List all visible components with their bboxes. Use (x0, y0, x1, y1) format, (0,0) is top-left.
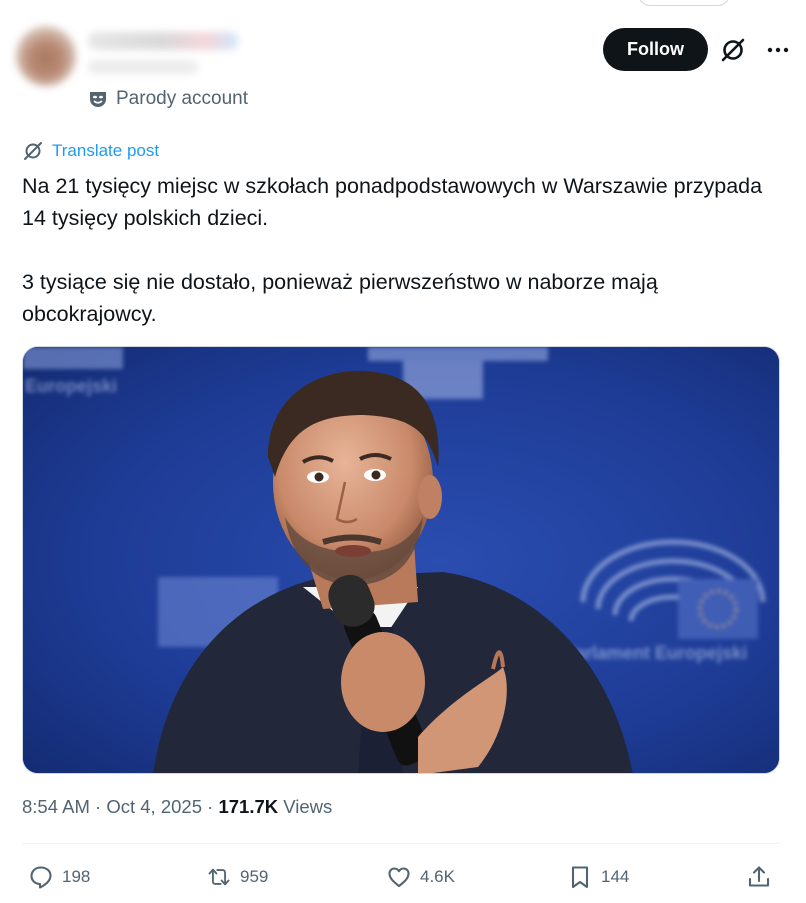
heart-icon (388, 867, 410, 888)
views-count: 171.7K (218, 796, 279, 817)
meta-separator: · (95, 796, 107, 817)
parody-account-label: Parody account (88, 88, 248, 110)
translate-post-label: Translate post (52, 141, 160, 160)
bookmark-icon (571, 866, 589, 889)
post-date[interactable]: Oct 4, 2025 (106, 796, 202, 817)
share-button[interactable] (746, 858, 772, 896)
top-partial-button (638, 0, 730, 6)
more-options-icon[interactable] (764, 36, 792, 64)
post-time[interactable]: 8:54 AM (22, 796, 90, 817)
reply-button[interactable]: 198 (28, 858, 90, 896)
reply-icon (30, 866, 52, 889)
bookmark-button[interactable]: 144 (567, 858, 629, 896)
like-button[interactable]: 4.6K (386, 858, 455, 896)
backdrop-text-right: Parlament Europejski (563, 643, 747, 663)
author-handle-blurred[interactable] (88, 60, 198, 74)
post-paragraph-2: 3 tysiące się nie dostało, ponieważ pier… (22, 270, 658, 326)
like-count: 4.6K (420, 867, 455, 886)
action-bar: 198 959 4.6K 144 (22, 858, 782, 896)
backdrop-text-left: Europejski (25, 376, 117, 396)
repost-icon (208, 868, 230, 886)
author-name-blurred[interactable] (88, 32, 238, 50)
share-icon (748, 866, 770, 887)
translate-post-link[interactable]: Translate post (22, 140, 159, 162)
meta-separator: · (207, 796, 219, 817)
post-text: Na 21 tysięcy miejsc w szkołach ponadpod… (22, 170, 782, 330)
parody-mask-icon (90, 92, 106, 107)
post-photo: Europejski Parlament Europejski (23, 347, 779, 773)
grok-icon[interactable] (719, 36, 747, 64)
post-paragraph-1: Na 21 tysięcy miejsc w szkołach ponadpod… (22, 174, 763, 230)
follow-button[interactable]: Follow (603, 28, 708, 71)
translate-icon (24, 142, 42, 160)
repost-count: 959 (240, 867, 269, 886)
avatar[interactable] (16, 26, 76, 86)
reply-count: 198 (62, 867, 91, 886)
bookmark-count: 144 (601, 867, 630, 886)
post-image[interactable]: Europejski Parlament Europejski (22, 346, 780, 774)
parody-label-text: Parody account (116, 88, 249, 109)
post-meta: 8:54 AM · Oct 4, 2025 · 171.7K Views (22, 796, 332, 818)
views-label: Views (283, 796, 333, 817)
divider (22, 843, 780, 844)
post-header: Follow (16, 18, 790, 86)
repost-button[interactable]: 959 (206, 858, 268, 896)
